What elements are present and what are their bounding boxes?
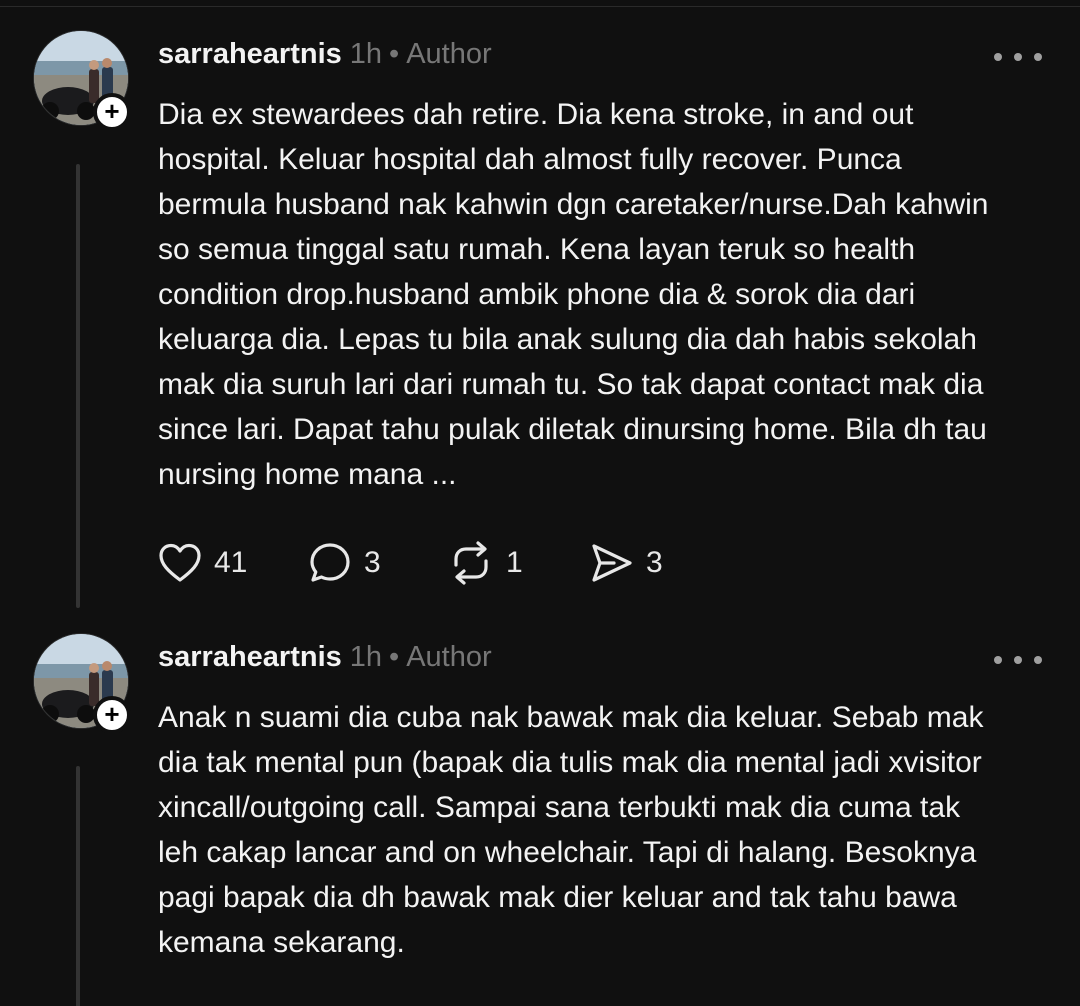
top-divider [0, 0, 1080, 7]
more-icon[interactable] [994, 52, 1042, 62]
separator-dot: • [389, 641, 400, 673]
thread-post: + sarraheartnis 1h • Author Anak n suami… [0, 633, 1080, 1006]
repost-count: 1 [506, 546, 523, 579]
reply-button[interactable]: 3 [308, 538, 448, 588]
timestamp: 1h [349, 38, 383, 70]
like-count: 41 [214, 546, 248, 579]
post-header: sarraheartnis 1h • Author [158, 641, 492, 681]
thread-post: + sarraheartnis 1h • Author Dia ex stewa… [0, 30, 1080, 630]
repost-button[interactable]: 1 [448, 538, 588, 588]
plus-icon: + [104, 699, 120, 729]
repost-icon [454, 541, 488, 585]
username[interactable]: sarraheartnis [158, 38, 342, 71]
separator-dot: • [389, 38, 400, 70]
timestamp: 1h [349, 641, 383, 673]
share-count: 3 [646, 546, 663, 579]
action-bar: 41 3 1 3 [158, 538, 663, 588]
avatar-container[interactable]: + [33, 30, 131, 131]
share-button[interactable]: 3 [588, 538, 663, 588]
reply-count: 3 [364, 546, 381, 579]
post-text: Anak n suami dia cuba nak bawak mak dia … [158, 701, 984, 959]
follow-button[interactable]: + [93, 93, 131, 131]
avatar-container[interactable]: + [33, 633, 131, 734]
like-button[interactable]: 41 [158, 538, 308, 588]
heart-icon [159, 543, 201, 582]
send-icon [592, 544, 632, 582]
thread-page: + sarraheartnis 1h • Author Dia ex stewa… [0, 0, 1080, 1006]
username[interactable]: sarraheartnis [158, 641, 342, 674]
thread-line [76, 766, 80, 1006]
author-badge: Author [406, 641, 492, 673]
author-badge: Author [406, 38, 492, 70]
comment-icon [310, 543, 350, 582]
post-text: Dia ex stewardees dah retire. Dia kena s… [158, 98, 989, 491]
plus-icon: + [104, 96, 120, 126]
post-header: sarraheartnis 1h • Author [158, 38, 492, 78]
more-icon[interactable] [994, 655, 1042, 665]
thread-line [76, 164, 80, 608]
follow-button[interactable]: + [93, 696, 131, 734]
